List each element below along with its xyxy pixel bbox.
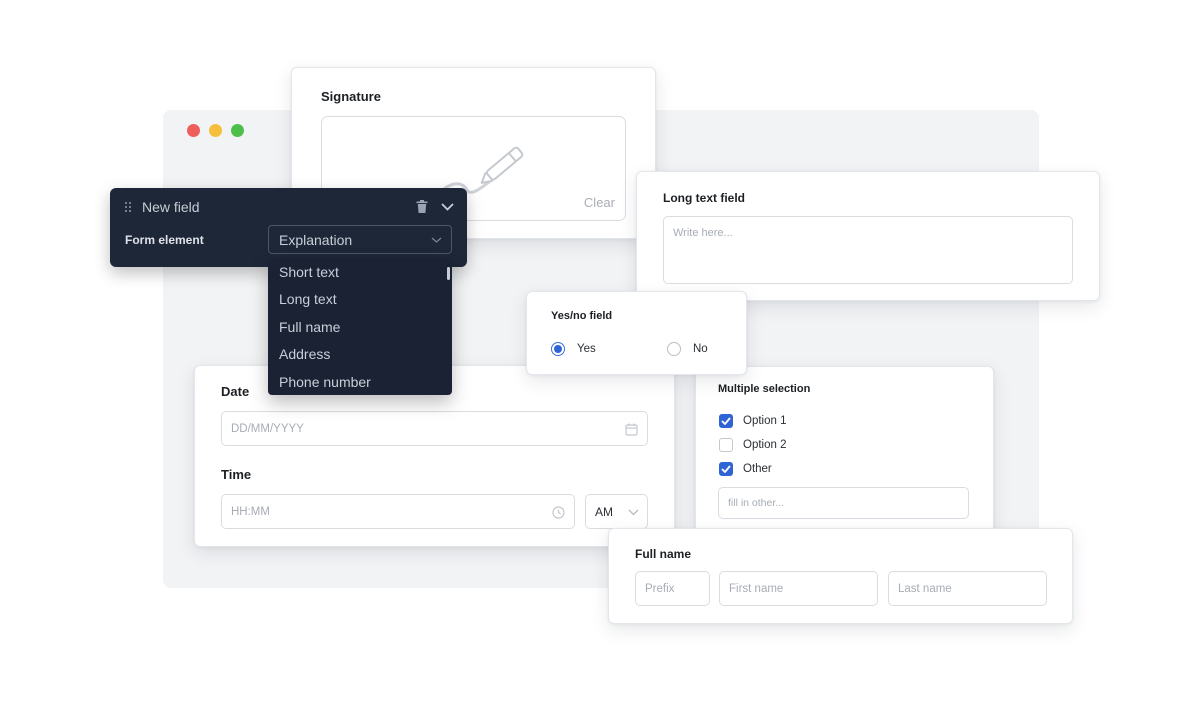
option-row[interactable]: Other	[719, 462, 772, 476]
first-name-input[interactable]: First name	[719, 571, 878, 606]
long-text-card: Long text field Write here...	[636, 171, 1100, 301]
multiple-selection-title: Multiple selection	[718, 383, 811, 395]
option-row[interactable]: Option 1	[719, 414, 786, 428]
multiple-selection-card: Multiple selection Option 1 Option 2 Oth…	[695, 366, 994, 533]
checkbox-unchecked-icon[interactable]	[719, 438, 733, 452]
form-element-label: Form element	[125, 233, 204, 247]
ampm-select[interactable]: AM	[585, 494, 648, 529]
option-label: Option 2	[743, 439, 787, 451]
dropdown-option[interactable]: Phone number	[268, 368, 452, 396]
dropdown-option[interactable]: Address	[268, 341, 452, 369]
full-name-title: Full name	[635, 547, 692, 561]
option-label: Option 1	[743, 415, 787, 427]
calendar-icon[interactable]	[625, 423, 638, 436]
radio-selected-icon[interactable]	[551, 342, 565, 356]
long-text-placeholder: Write here...	[673, 227, 733, 239]
dropdown-scrollbar[interactable]	[447, 267, 450, 280]
chevron-down-icon[interactable]	[441, 203, 454, 211]
window-controls	[187, 124, 244, 137]
radio-unselected-icon[interactable]	[667, 342, 681, 356]
drag-handle-icon[interactable]	[124, 201, 132, 213]
no-option[interactable]: No	[667, 342, 708, 356]
yes-label: Yes	[577, 343, 596, 355]
time-title: Time	[221, 467, 252, 482]
form-element-select[interactable]: Explanation	[268, 225, 452, 254]
signature-clear-button[interactable]: Clear	[584, 195, 615, 210]
yes-option[interactable]: Yes	[551, 342, 596, 356]
option-row[interactable]: Option 2	[719, 438, 786, 452]
date-placeholder: DD/MM/YYYY	[231, 422, 304, 435]
new-field-panel: New field Form element Explanation	[110, 188, 467, 267]
chevron-down-icon	[628, 509, 639, 516]
dropdown-option[interactable]: Full name	[268, 313, 452, 341]
new-field-title: New field	[142, 199, 200, 215]
yes-no-title: Yes/no field	[551, 310, 613, 322]
yes-no-card: Yes/no field Yes No	[526, 291, 747, 375]
last-name-placeholder: Last name	[898, 582, 952, 595]
checkbox-checked-icon[interactable]	[719, 462, 733, 476]
first-name-placeholder: First name	[729, 582, 784, 595]
full-name-card: Full name Prefix First name Last name	[608, 528, 1073, 624]
clock-icon[interactable]	[552, 506, 565, 519]
dropdown-option[interactable]: Short text	[268, 258, 452, 286]
time-input[interactable]: HH:MM	[221, 494, 575, 529]
chevron-down-icon	[431, 237, 442, 243]
form-element-selected: Explanation	[279, 231, 353, 248]
minimize-dot-icon[interactable]	[209, 124, 222, 137]
option-label: Other	[743, 463, 772, 475]
last-name-input[interactable]: Last name	[888, 571, 1047, 606]
ampm-value: AM	[595, 504, 613, 519]
long-text-input[interactable]: Write here...	[663, 216, 1073, 284]
dropdown-option[interactable]: Long text	[268, 286, 452, 314]
maximize-dot-icon[interactable]	[231, 124, 244, 137]
other-input[interactable]: fill in other...	[718, 487, 969, 519]
date-input[interactable]: DD/MM/YYYY	[221, 411, 648, 446]
time-placeholder: HH:MM	[231, 505, 270, 518]
trash-icon[interactable]	[416, 200, 428, 213]
no-label: No	[693, 343, 708, 355]
date-title: Date	[221, 384, 250, 399]
signature-title: Signature	[321, 89, 381, 104]
other-placeholder: fill in other...	[728, 497, 785, 509]
prefix-input[interactable]: Prefix	[635, 571, 710, 606]
checkbox-checked-icon[interactable]	[719, 414, 733, 428]
long-text-title: Long text field	[663, 191, 745, 205]
prefix-placeholder: Prefix	[645, 582, 675, 595]
close-dot-icon[interactable]	[187, 124, 200, 137]
form-element-dropdown: Short text Long text Full name Address P…	[268, 258, 452, 395]
